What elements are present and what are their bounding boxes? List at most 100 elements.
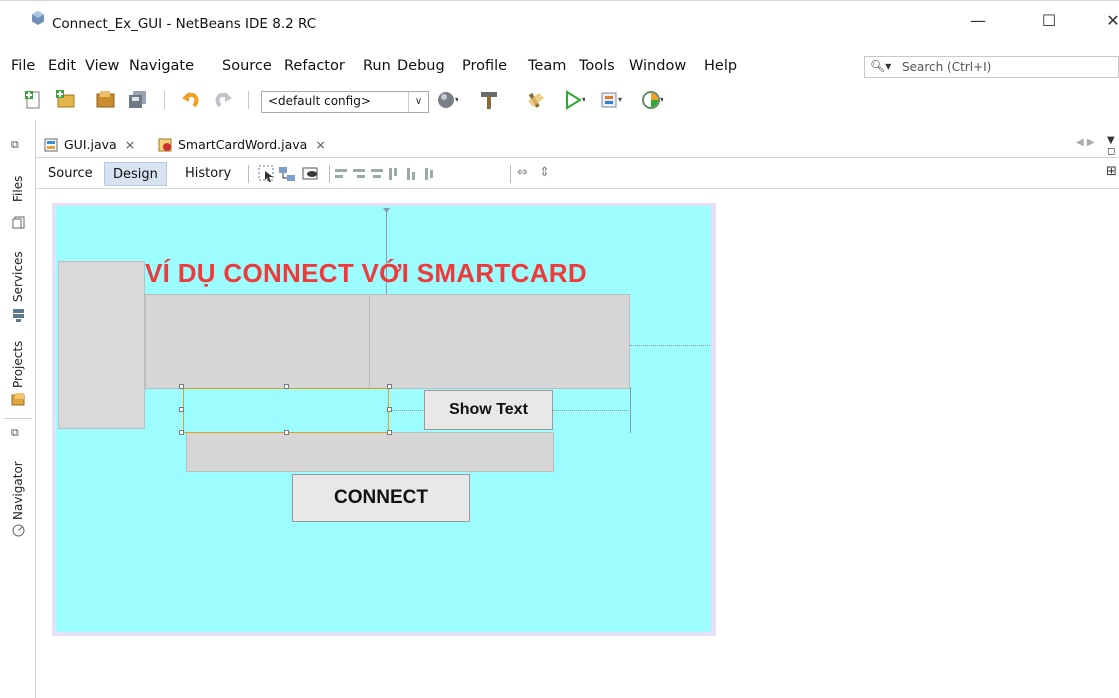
window-title: Connect_Ex_GUI - NetBeans IDE 8.2 RC xyxy=(52,16,317,32)
build-hammer-icon[interactable] xyxy=(478,89,500,111)
tab-list-icon[interactable]: ▼ ◻ xyxy=(1107,135,1119,157)
services-icon xyxy=(13,309,24,322)
profile-icon[interactable]: ▾ xyxy=(641,89,663,111)
menu-file[interactable]: File xyxy=(11,58,35,74)
resize-handle[interactable] xyxy=(179,430,184,435)
redo-icon[interactable] xyxy=(212,89,234,111)
side-tab-navigator-label: Navigator xyxy=(11,461,25,520)
connect-button[interactable]: CONNECT xyxy=(292,474,470,522)
new-file-icon[interactable] xyxy=(23,89,45,111)
menu-navigate[interactable]: Navigate xyxy=(129,58,194,74)
resize-handle[interactable] xyxy=(179,384,184,389)
scroll-tabs-icon[interactable]: ◀ ▶ xyxy=(1076,137,1095,148)
svg-text:▾: ▾ xyxy=(455,95,458,104)
side-divider xyxy=(4,418,32,419)
resize-handle[interactable] xyxy=(387,430,392,435)
resize-handle[interactable] xyxy=(284,384,289,389)
menu-edit[interactable]: Edit xyxy=(48,58,76,74)
toolbar-separator xyxy=(248,91,249,109)
close-icon[interactable]: × xyxy=(125,137,135,152)
close-button[interactable]: ✕ xyxy=(1098,11,1119,31)
side-tab-services-label: Services xyxy=(11,251,25,302)
maximize-button[interactable]: ☐ xyxy=(1034,11,1064,31)
minimize-button[interactable]: — xyxy=(963,11,993,31)
chevron-down-icon[interactable]: ∨ xyxy=(408,92,428,112)
side-panel-strip: ⧉ Files Services Projects ⧉ Navigator xyxy=(0,120,36,698)
menu-help[interactable]: Help xyxy=(704,58,737,74)
menu-team[interactable]: Team xyxy=(528,58,566,74)
resize-horizontal-icon[interactable]: ⇔ xyxy=(517,165,528,180)
side-tab-projects-label: Projects xyxy=(11,340,25,388)
tab-smartcardword-java[interactable]: SmartCardWord.java × xyxy=(152,133,330,157)
java-class-icon xyxy=(158,138,172,152)
text-input-field[interactable] xyxy=(183,388,389,433)
search-placeholder: Search (Ctrl+I) xyxy=(902,60,992,74)
expand-icon[interactable]: ⊞ xyxy=(1106,164,1117,179)
side-tab-services[interactable]: Services xyxy=(10,238,28,324)
resize-vertical-icon[interactable]: ⇕ xyxy=(539,165,550,180)
side-tab-navigator[interactable]: Navigator xyxy=(10,450,28,542)
clean-build-icon[interactable] xyxy=(525,89,547,111)
layout-guide xyxy=(630,345,710,346)
new-project-icon[interactable] xyxy=(55,89,77,111)
main-toolbar: ▾ ▾ ▾ ▾ xyxy=(0,84,1119,116)
svg-text:▾: ▾ xyxy=(618,95,622,104)
show-text-button[interactable]: Show Text xyxy=(424,390,553,430)
build-globe-icon[interactable]: ▾ xyxy=(436,89,458,111)
menu-run[interactable]: Run xyxy=(363,58,391,74)
menu-profile[interactable]: Profile xyxy=(462,58,507,74)
layout-guide xyxy=(390,410,423,411)
projects-icon xyxy=(11,393,25,406)
menu-refactor[interactable]: Refactor xyxy=(284,58,345,74)
side-tab-projects[interactable]: Projects xyxy=(10,328,28,420)
resize-handle[interactable] xyxy=(179,407,184,412)
menu-tools[interactable]: Tools xyxy=(579,58,615,74)
config-dropdown[interactable]: <default config> ∨ xyxy=(261,91,429,113)
close-icon[interactable]: × xyxy=(315,137,325,152)
restore-window-icon[interactable]: ⧉ xyxy=(11,138,19,152)
svg-text:▾: ▾ xyxy=(660,95,663,104)
align-tools-icons[interactable] xyxy=(334,167,454,181)
resize-handle[interactable] xyxy=(387,384,392,389)
resize-handle[interactable] xyxy=(284,430,289,435)
config-value: <default config> xyxy=(268,94,371,108)
title-bar: Connect_Ex_GUI - NetBeans IDE 8.2 RC — ☐… xyxy=(0,0,1119,32)
search-field[interactable]: 🔍︎▾ Search (Ctrl+I) xyxy=(864,56,1119,78)
left-panel-placeholder[interactable] xyxy=(58,261,145,429)
editor-tab-bar: GUI.java × SmartCardWord.java × ◀ ▶ ▼ ◻ xyxy=(36,131,1119,158)
toolbar-separator xyxy=(510,165,511,183)
files-icon xyxy=(12,216,25,229)
tab-gui-java-label: GUI.java xyxy=(64,137,117,152)
preview-design-icon[interactable] xyxy=(302,165,320,183)
source-view-button[interactable]: Source xyxy=(40,162,101,186)
menu-debug[interactable]: Debug xyxy=(397,58,445,74)
selection-mode-icon[interactable] xyxy=(258,165,276,183)
design-view-button[interactable]: Design xyxy=(104,162,167,186)
search-icon[interactable]: 🔍︎▾ xyxy=(870,59,891,73)
panel-divider xyxy=(369,296,370,388)
bottom-panel-placeholder[interactable] xyxy=(186,432,554,472)
menu-bar: File Edit View Navigate Source Refactor … xyxy=(0,56,860,80)
top-panel-placeholder[interactable] xyxy=(145,294,630,389)
tab-gui-java[interactable]: GUI.java × xyxy=(38,133,139,157)
side-tab-files[interactable]: Files xyxy=(10,158,28,236)
history-view-button[interactable]: History xyxy=(177,162,239,186)
open-project-icon[interactable] xyxy=(95,89,117,111)
run-icon[interactable]: ▾ xyxy=(563,89,585,111)
toolbar-separator xyxy=(248,165,249,183)
menu-view[interactable]: View xyxy=(85,58,119,74)
form-heading-label: VÍ DỤ CONNECT VỚI SMARTCARD xyxy=(145,258,587,288)
layout-guide xyxy=(630,387,631,433)
resize-handle[interactable] xyxy=(387,407,392,412)
menu-window[interactable]: Window xyxy=(629,58,686,74)
toolbar-separator xyxy=(329,165,330,183)
restore-window-icon[interactable]: ⧉ xyxy=(11,426,19,440)
undo-icon[interactable] xyxy=(180,89,202,111)
menu-source[interactable]: Source xyxy=(222,58,272,74)
navigator-icon xyxy=(12,524,25,537)
save-all-icon[interactable] xyxy=(127,89,149,111)
debug-icon[interactable]: ▾ xyxy=(600,89,622,111)
layout-guide xyxy=(553,410,629,411)
connection-mode-icon[interactable] xyxy=(278,165,296,183)
toolbar-separator xyxy=(164,91,165,109)
